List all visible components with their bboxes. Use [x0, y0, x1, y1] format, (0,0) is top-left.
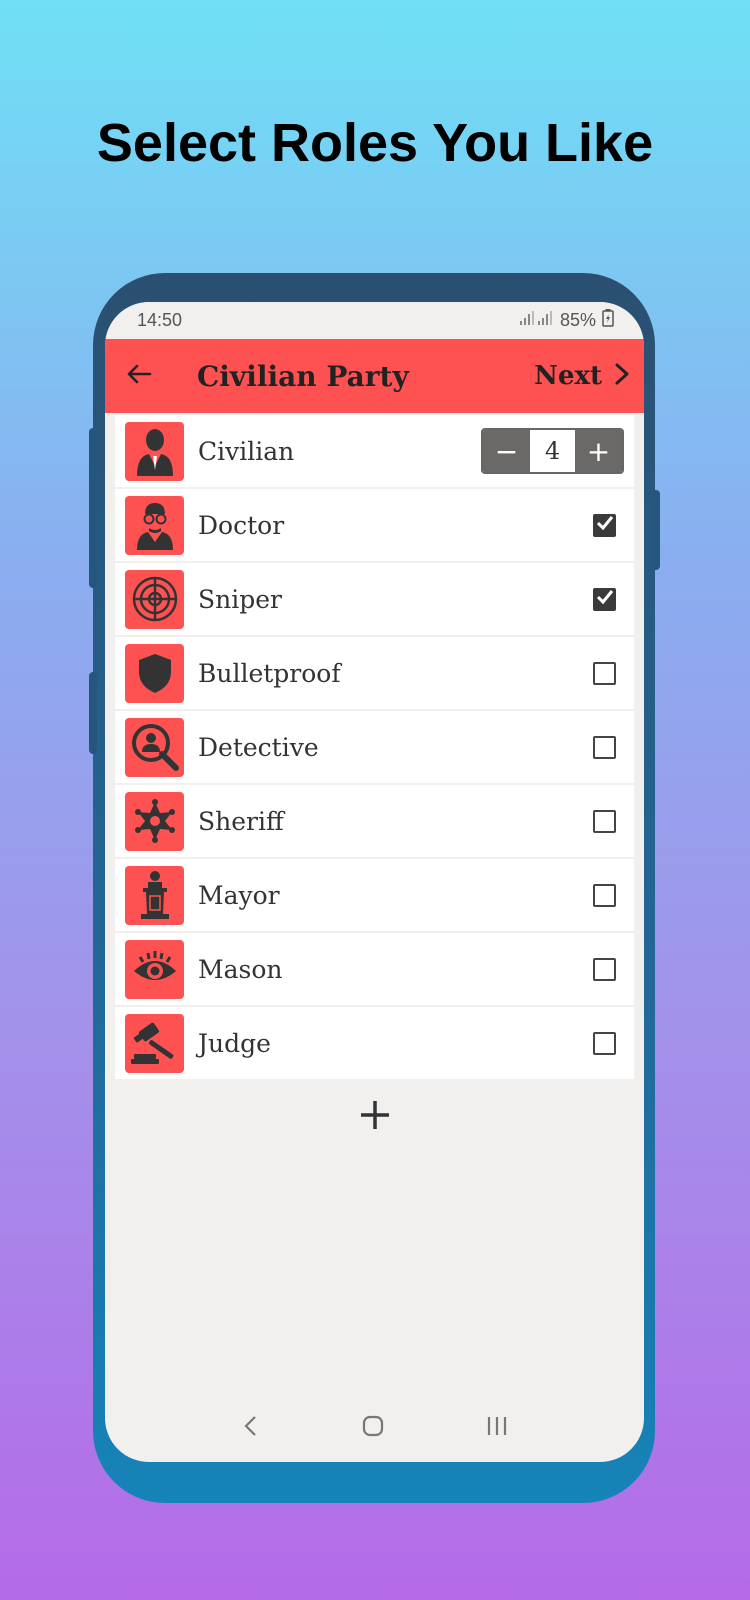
phone-screen: 14:50 85% Civilian Party Next Civilian −… [105, 302, 644, 1462]
add-role-button[interactable] [345, 1087, 405, 1147]
next-button[interactable]: Next [534, 339, 630, 413]
role-row[interactable]: Bulletproof [115, 637, 634, 709]
role-name: Sniper [198, 584, 282, 614]
podium-icon [125, 865, 184, 925]
role-row[interactable]: Judge [115, 1007, 634, 1079]
quantity-stepper[interactable]: − 4 + [481, 428, 624, 474]
role-checkbox[interactable] [593, 1032, 616, 1055]
arrow-left-icon [126, 363, 152, 390]
nav-recents-icon[interactable] [485, 1414, 509, 1443]
role-name: Sheriff [198, 806, 284, 836]
phone-side-button [89, 428, 97, 588]
next-label: Next [534, 361, 602, 391]
role-name: Civilian [198, 436, 295, 466]
increment-button[interactable]: + [575, 430, 622, 472]
doctor-icon [125, 495, 184, 555]
status-bar: 14:50 85% [105, 302, 644, 339]
signal-icon [518, 310, 554, 331]
shield-icon [125, 643, 184, 703]
role-checkbox[interactable] [593, 958, 616, 981]
sheriff-star-icon [125, 791, 184, 851]
civilian-icon [125, 421, 184, 481]
role-checkbox[interactable] [593, 810, 616, 833]
nav-back-icon[interactable] [241, 1414, 261, 1443]
role-row[interactable]: Sniper [115, 563, 634, 635]
app-title: Civilian Party [197, 359, 409, 393]
gavel-icon [125, 1013, 184, 1073]
app-bar: Civilian Party Next [105, 339, 644, 413]
system-nav-bar [105, 1404, 644, 1452]
role-checkbox[interactable] [593, 588, 616, 611]
status-time: 14:50 [137, 310, 183, 330]
role-list: Civilian − 4 + Doctor Sniper Bulletproof… [105, 413, 644, 1079]
role-checkbox[interactable] [593, 514, 616, 537]
back-button[interactable] [105, 339, 173, 413]
role-row[interactable]: Doctor [115, 489, 634, 561]
plus-icon [359, 1099, 391, 1136]
role-checkbox[interactable] [593, 884, 616, 907]
role-row[interactable]: Sheriff [115, 785, 634, 857]
role-row-civilian: Civilian − 4 + [115, 415, 634, 487]
role-name: Bulletproof [198, 658, 341, 688]
headline: Select Roles You Like [96, 113, 654, 173]
checkmark-icon [596, 515, 614, 536]
crosshair-icon [125, 569, 184, 629]
eye-icon [125, 939, 184, 999]
checkmark-icon [596, 589, 614, 610]
role-checkbox[interactable] [593, 736, 616, 759]
magnifier-person-icon [125, 717, 184, 777]
nav-home-icon[interactable] [361, 1414, 385, 1443]
role-name: Judge [198, 1028, 271, 1058]
role-row[interactable]: Detective [115, 711, 634, 783]
decrement-button[interactable]: − [483, 430, 530, 472]
battery-icon [602, 309, 614, 332]
role-name: Mayor [198, 880, 280, 910]
chevron-right-icon [614, 362, 630, 391]
role-name: Doctor [198, 510, 285, 540]
role-name: Mason [198, 954, 283, 984]
phone-side-button [89, 672, 97, 754]
role-row[interactable]: Mayor [115, 859, 634, 931]
quantity-value: 4 [530, 430, 575, 472]
role-checkbox[interactable] [593, 662, 616, 685]
battery-percent: 85% [559, 310, 596, 330]
phone-side-button [651, 490, 660, 570]
role-name: Detective [198, 732, 319, 762]
role-row[interactable]: Mason [115, 933, 634, 1005]
